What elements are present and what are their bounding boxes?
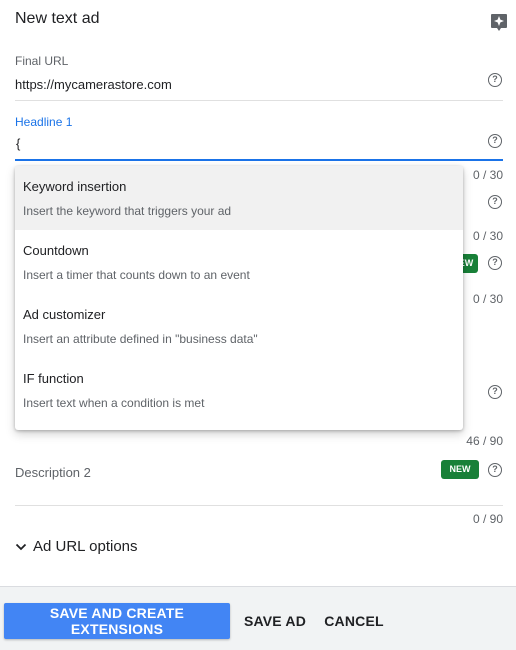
dropdown-item-title: Ad customizer — [23, 307, 106, 322]
sparkle-icon[interactable] — [489, 12, 509, 32]
headline1-underline — [15, 159, 503, 161]
new-badge: NEW — [441, 460, 479, 479]
dropdown-item-keyword-insertion[interactable]: Keyword insertion Insert the keyword tha… — [15, 166, 463, 230]
headline1-label: Headline 1 — [15, 115, 73, 129]
page-title: New text ad — [15, 10, 100, 27]
description2-underline — [15, 505, 503, 506]
dropdown-item-ad-customizer[interactable]: Ad customizer Insert an attribute define… — [15, 294, 463, 358]
footer-bar: SAVE AND CREATE EXTENSIONS SAVE AD CANCE… — [0, 586, 516, 650]
description1-counter: 46 / 90 — [466, 434, 503, 448]
description2-input[interactable]: Description 2 — [15, 465, 91, 480]
description2-counter: 0 / 90 — [472, 512, 503, 526]
dropdown-item-title: Countdown — [23, 243, 89, 258]
dropdown-item-description: Insert a timer that counts down to an ev… — [23, 268, 250, 282]
ad-url-options-toggle[interactable]: Ad URL options — [33, 538, 138, 555]
save-and-create-extensions-button[interactable]: SAVE AND CREATE EXTENSIONS — [4, 603, 230, 639]
final-url-help-icon[interactable]: ? — [488, 73, 502, 87]
new-text-ad-panel: New text ad Final URL https://mycamerast… — [0, 0, 516, 650]
headline2-help-icon[interactable]: ? — [488, 195, 502, 209]
headline3-help-icon[interactable]: ? — [488, 256, 502, 270]
dropdown-item-description: Insert an attribute defined in "business… — [23, 332, 258, 346]
dropdown-item-title: IF function — [23, 371, 84, 386]
description2-help-icon[interactable]: ? — [488, 463, 502, 477]
dropdown-item-if-function[interactable]: IF function Insert text when a condition… — [15, 358, 463, 422]
dropdown-item-description: Insert text when a condition is met — [23, 396, 205, 410]
headline1-input[interactable]: { — [16, 136, 20, 151]
dropdown-item-description: Insert the keyword that triggers your ad — [23, 204, 232, 218]
final-url-input[interactable]: https://mycamerastore.com — [15, 77, 172, 92]
chevron-down-icon[interactable] — [15, 541, 27, 553]
insert-function-dropdown: Keyword insertion Insert the keyword tha… — [15, 166, 463, 430]
dropdown-item-countdown[interactable]: Countdown Insert a timer that counts dow… — [15, 230, 463, 294]
description1-help-icon[interactable]: ? — [488, 385, 502, 399]
final-url-underline — [15, 100, 503, 101]
headline1-help-icon[interactable]: ? — [488, 134, 502, 148]
save-ad-button[interactable]: SAVE AD — [240, 603, 310, 639]
final-url-label: Final URL — [15, 54, 69, 68]
dropdown-item-title: Keyword insertion — [23, 179, 127, 194]
cancel-button[interactable]: CANCEL — [320, 603, 388, 639]
